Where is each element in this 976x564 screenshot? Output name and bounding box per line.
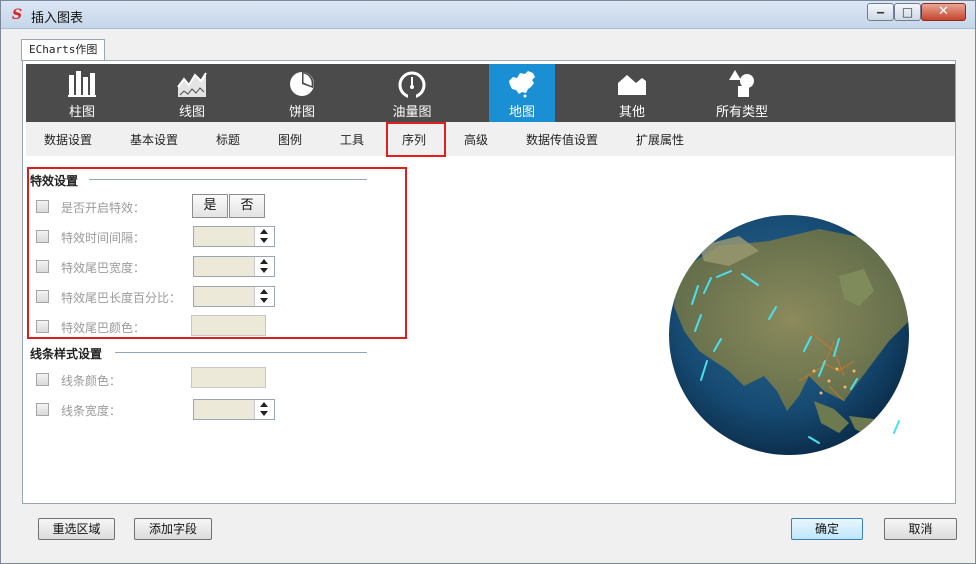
minimize-icon: ‒ xyxy=(876,5,885,19)
tab-echarts[interactable]: ECharts作图 xyxy=(21,39,106,61)
spinner-arrows[interactable] xyxy=(254,287,274,306)
tail-color-label: 特效尾巴颜色： xyxy=(61,321,146,335)
spinner-down-icon[interactable] xyxy=(260,411,268,416)
spinner-up-icon[interactable] xyxy=(260,289,268,294)
spinner-down-icon[interactable] xyxy=(260,238,268,243)
effect-interval-checkbox[interactable] xyxy=(36,230,49,243)
chart-type-map[interactable]: 地图 xyxy=(489,64,555,122)
tab-title[interactable]: 标题 xyxy=(216,131,240,148)
chart-type-line[interactable]: 线图 xyxy=(159,64,225,122)
close-icon: ✕ xyxy=(938,4,949,19)
window-title: 插入图表 xyxy=(31,11,84,26)
tail-length-label: 特效尾巴长度百分比： xyxy=(61,291,182,305)
spinner-arrows[interactable] xyxy=(254,227,274,246)
spinner-up-icon[interactable] xyxy=(260,402,268,407)
line-chart-icon xyxy=(177,72,207,97)
spinner-down-icon[interactable] xyxy=(260,298,268,303)
chart-type-label: 柱图 xyxy=(68,105,95,120)
tab-extended-properties[interactable]: 扩展属性 xyxy=(636,131,684,148)
tail-width-label: 特效尾巴宽度： xyxy=(61,261,146,275)
tail-width-checkbox[interactable] xyxy=(36,260,49,273)
reselect-area-button[interactable]: 重选区域 xyxy=(38,518,115,540)
section-divider xyxy=(115,352,367,353)
chart-type-pie[interactable]: 饼图 xyxy=(269,64,335,122)
island xyxy=(849,416,891,439)
no-button[interactable]: 否 xyxy=(229,194,265,218)
tab-tools[interactable]: 工具 xyxy=(340,131,364,148)
enable-effect-checkbox[interactable] xyxy=(36,200,49,213)
maximize-icon: □ xyxy=(901,5,914,19)
chart-type-label: 油量图 xyxy=(392,105,432,120)
tab-series[interactable]: 序列 xyxy=(402,131,426,148)
china-map-icon xyxy=(509,71,535,98)
settings-tab-bar: 数据设置 基本设置 标题 图例 工具 序列 高级 数据传值设置 扩展属性 xyxy=(26,122,955,157)
echarts-panel: 柱图 线图 饼图 油量图 地图 其他 所有类型 数据设置 基本设置 标题 图例 … xyxy=(22,60,956,504)
minimize-button[interactable]: ‒ xyxy=(867,3,894,21)
line-width-checkbox[interactable] xyxy=(36,403,49,416)
chart-type-label: 所有类型 xyxy=(715,105,768,120)
chart-type-other[interactable]: 其他 xyxy=(599,64,665,122)
chart-type-gauge[interactable]: 油量图 xyxy=(379,64,445,122)
spinner-arrows[interactable] xyxy=(254,400,274,419)
line-color-picker[interactable] xyxy=(191,367,266,388)
tail-color-checkbox[interactable] xyxy=(36,320,49,333)
app-logo-icon: S xyxy=(11,7,23,23)
spinner-arrows[interactable] xyxy=(254,257,274,276)
bar-chart-icon xyxy=(68,71,96,97)
ok-button[interactable]: 确定 xyxy=(791,518,863,540)
tab-data-settings[interactable]: 数据设置 xyxy=(44,131,92,148)
tail-length-spinner[interactable] xyxy=(193,286,275,307)
shapes-icon xyxy=(729,70,754,97)
spinner-up-icon[interactable] xyxy=(260,259,268,264)
line-style-title: 线条样式设置 xyxy=(30,347,103,361)
chart-type-toolbar: 柱图 线图 饼图 油量图 地图 其他 所有类型 xyxy=(26,64,955,122)
tab-legend[interactable]: 图例 xyxy=(278,131,302,148)
gauge-icon xyxy=(398,71,426,99)
effect-interval-spinner[interactable] xyxy=(193,226,275,247)
title-bar: S 插入图表 ‒ □ ✕ xyxy=(1,1,975,29)
cancel-button[interactable]: 取消 xyxy=(884,518,957,540)
line-color-label: 线条颜色： xyxy=(61,374,122,388)
chart-type-label: 饼图 xyxy=(288,105,315,120)
enable-effect-label: 是否开启特效： xyxy=(61,201,146,215)
chart-type-all[interactable]: 所有类型 xyxy=(709,64,775,122)
effect-settings-highlight-box xyxy=(27,167,407,339)
pie-chart-icon xyxy=(290,72,314,96)
chart-type-bar[interactable]: 柱图 xyxy=(49,64,115,122)
add-field-button[interactable]: 添加字段 xyxy=(134,518,212,540)
globe-map-preview xyxy=(669,215,909,455)
tail-length-checkbox[interactable] xyxy=(36,290,49,303)
tail-color-picker[interactable] xyxy=(191,315,266,336)
close-button[interactable]: ✕ xyxy=(921,3,966,21)
line-width-label: 线条宽度： xyxy=(61,404,122,418)
maximize-button[interactable]: □ xyxy=(894,3,921,21)
tab-basic-settings[interactable]: 基本设置 xyxy=(130,131,178,148)
tab-data-passing[interactable]: 数据传值设置 xyxy=(526,131,598,148)
section-divider xyxy=(89,179,367,180)
line-color-checkbox[interactable] xyxy=(36,373,49,386)
effect-settings-title: 特效设置 xyxy=(30,174,79,188)
chart-type-label: 地图 xyxy=(508,105,535,120)
effect-interval-label: 特效时间间隔： xyxy=(61,231,146,245)
tail-width-spinner[interactable] xyxy=(193,256,275,277)
spinner-up-icon[interactable] xyxy=(260,229,268,234)
spinner-down-icon[interactable] xyxy=(260,268,268,273)
mountain-icon xyxy=(618,75,646,95)
insert-chart-dialog: S 插入图表 ‒ □ ✕ ECharts作图 柱图 线图 饼图 油量图 地图 其… xyxy=(0,0,976,564)
tab-advanced[interactable]: 高级 xyxy=(464,131,488,148)
yes-button[interactable]: 是 xyxy=(192,194,228,218)
line-width-spinner[interactable] xyxy=(193,399,275,420)
chart-type-label: 线图 xyxy=(178,105,205,120)
chart-type-label: 其他 xyxy=(618,105,645,120)
